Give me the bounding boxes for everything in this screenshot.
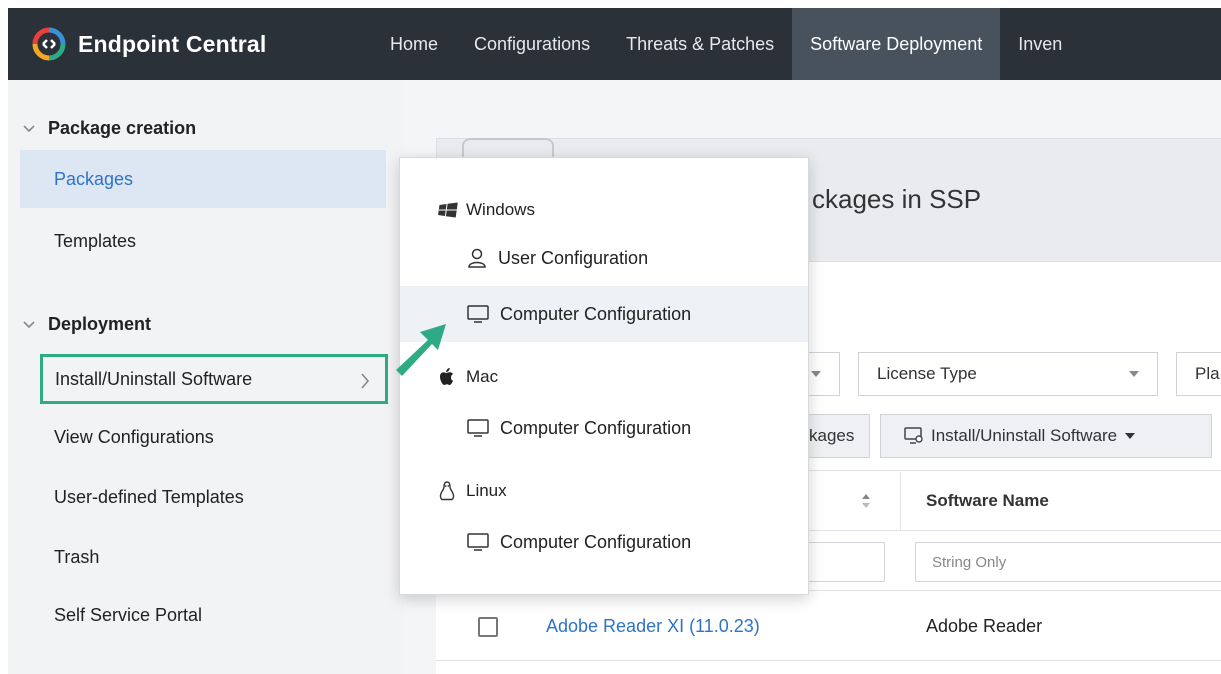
menu-item-label: User Configuration bbox=[498, 247, 649, 268]
software-name-cell: Adobe Reader bbox=[926, 616, 1043, 636]
sidebar-item-label: User-defined Templates bbox=[54, 486, 244, 507]
nav-home[interactable]: Home bbox=[372, 8, 456, 80]
monitor-icon bbox=[467, 419, 489, 437]
nav-software-deployment[interactable]: Software Deployment bbox=[792, 8, 1001, 80]
sidebar-item-trash[interactable]: Trash bbox=[20, 528, 386, 586]
windows-user-configuration[interactable]: User Configuration bbox=[400, 230, 808, 286]
sort-toggle[interactable] bbox=[860, 472, 900, 530]
sidebar-item-user-defined-templates[interactable]: User-defined Templates bbox=[20, 468, 386, 526]
column-header-software-name[interactable]: Software Name bbox=[926, 472, 1049, 530]
sidebar-item-self-service-portal[interactable]: Self Service Portal bbox=[20, 586, 386, 644]
nav-configurations[interactable]: Configurations bbox=[456, 8, 608, 80]
caret-down-icon bbox=[1129, 371, 1139, 377]
platform-label: Pla bbox=[1195, 364, 1220, 383]
sort-icon bbox=[862, 494, 870, 508]
sidebar-item-label: Install/Uninstall Software bbox=[55, 368, 253, 389]
chevron-down-icon bbox=[23, 320, 35, 328]
table-divider bbox=[436, 660, 1221, 661]
chevron-right-icon bbox=[361, 373, 370, 389]
sidebar-section-package-creation[interactable]: Package creation bbox=[22, 118, 196, 139]
menu-item-label: Computer Configuration bbox=[500, 531, 692, 552]
sidebar-item-label: Templates bbox=[54, 230, 137, 251]
nav-inventory[interactable]: Inven bbox=[1000, 8, 1080, 80]
mac-computer-configuration[interactable]: Computer Configuration bbox=[400, 400, 808, 456]
chevron-down-icon bbox=[23, 124, 35, 132]
menu-item-label: Computer Configuration bbox=[500, 417, 692, 438]
sidebar-item-packages[interactable]: Packages bbox=[20, 150, 386, 208]
license-type-label: License Type bbox=[877, 364, 977, 383]
linux-group-label: Linux bbox=[436, 480, 507, 502]
sidebar-item-install-uninstall-software[interactable]: Install/Uninstall Software bbox=[40, 354, 388, 404]
column-divider bbox=[900, 472, 901, 530]
linux-label: Linux bbox=[466, 481, 507, 500]
page-title: ckages in SSP bbox=[812, 184, 982, 214]
sidebar-item-view-configurations[interactable]: View Configurations bbox=[20, 408, 386, 466]
sidebar-item-templates[interactable]: Templates bbox=[20, 212, 386, 270]
windows-icon bbox=[438, 202, 458, 218]
monitor-icon bbox=[467, 305, 489, 323]
section-title: Package creation bbox=[48, 118, 197, 138]
sidebar-item-label: Trash bbox=[54, 546, 100, 567]
top-navigation-bar: Endpoint Central Home Configurations Thr… bbox=[8, 8, 1221, 80]
row-checkbox[interactable] bbox=[478, 617, 498, 637]
sidebar-item-label: Packages bbox=[54, 168, 134, 189]
nav-threats-patches[interactable]: Threats & Patches bbox=[608, 8, 792, 80]
package-link[interactable]: Adobe Reader XI (11.0.23) bbox=[546, 616, 760, 637]
app-window: Endpoint Central Home Configurations Thr… bbox=[0, 0, 1221, 674]
linux-icon bbox=[439, 481, 455, 501]
pointer-arrow-icon bbox=[396, 324, 446, 376]
windows-computer-configuration[interactable]: Computer Configuration bbox=[400, 286, 808, 342]
platform-submenu: Windows User Configuration Computer Conf… bbox=[399, 157, 809, 595]
install-button-label: Install/Uninstall Software bbox=[931, 426, 1118, 445]
sidebar-item-label: Self Service Portal bbox=[54, 604, 203, 625]
caret-down-icon bbox=[1125, 433, 1136, 439]
software-name-filter-input[interactable]: String Only bbox=[915, 542, 1221, 582]
monitor-icon bbox=[904, 427, 923, 444]
install-uninstall-software-button[interactable]: Install/Uninstall Software bbox=[880, 414, 1212, 458]
mac-label: Mac bbox=[466, 367, 499, 386]
user-icon bbox=[468, 248, 486, 268]
section-title: Deployment bbox=[48, 314, 152, 334]
filter-placeholder: String Only bbox=[932, 553, 1007, 571]
brand[interactable]: Endpoint Central bbox=[32, 27, 372, 61]
license-type-select[interactable]: License Type bbox=[858, 352, 1158, 396]
monitor-icon bbox=[467, 533, 489, 551]
sidebar: Package creation Packages Templates Depl… bbox=[8, 80, 404, 674]
brand-name: Endpoint Central bbox=[78, 30, 267, 57]
sidebar-item-label: View Configurations bbox=[54, 426, 214, 447]
packages-button-label: kages bbox=[809, 426, 855, 445]
linux-computer-configuration[interactable]: Computer Configuration bbox=[400, 514, 808, 570]
windows-label: Windows bbox=[466, 200, 535, 219]
sidebar-section-deployment[interactable]: Deployment bbox=[22, 314, 151, 335]
endpoint-central-logo-icon bbox=[32, 27, 66, 61]
menu-item-label: Computer Configuration bbox=[500, 303, 692, 324]
platform-select[interactable]: Pla bbox=[1176, 352, 1221, 396]
caret-down-icon bbox=[811, 371, 821, 377]
main-nav: Home Configurations Threats & Patches So… bbox=[372, 8, 1080, 80]
windows-group-label: Windows bbox=[436, 200, 535, 220]
